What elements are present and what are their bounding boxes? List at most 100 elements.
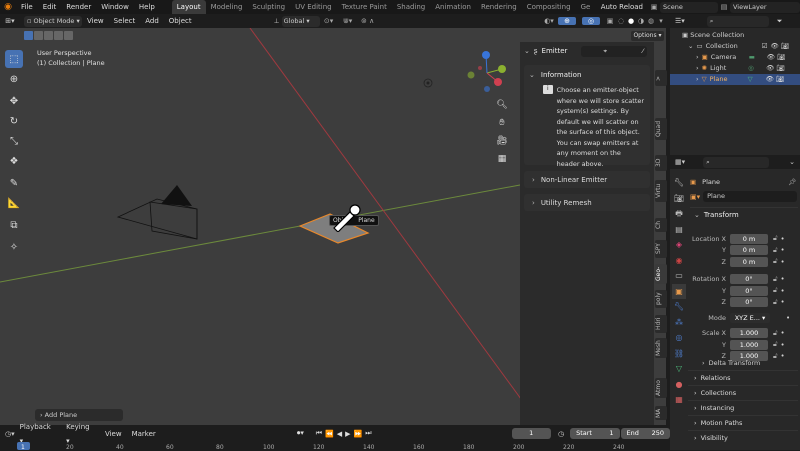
lock-icon[interactable]: 🔓︎ [773, 246, 778, 255]
transform-tool[interactable]: ❖ [5, 152, 23, 170]
eye-icon[interactable]: 👁︎ [766, 63, 774, 74]
shading-wireframe-icon[interactable]: ◌ [616, 17, 626, 25]
keyframe-dot-icon[interactable]: • [781, 258, 785, 266]
lock-icon[interactable]: 🔓︎ [773, 257, 778, 266]
menu-select[interactable]: Select [109, 14, 141, 28]
zoom-icon[interactable]: 🔍︎ [495, 96, 509, 114]
outliner-item-plane[interactable]: › ▽ Plane ▽ 👁︎ 📷︎ [670, 74, 800, 85]
keyframe-dot-icon[interactable]: • [781, 246, 785, 254]
shading-rendered-icon[interactable]: ◍ [646, 17, 656, 25]
measure-tool[interactable]: 📐 [5, 194, 23, 212]
eye-icon[interactable]: 👁︎ [767, 52, 775, 63]
visibility-section[interactable]: › Visibility [688, 430, 798, 445]
material-tab-icon[interactable]: ● [672, 377, 686, 393]
jump-end-icon[interactable]: ⏭ [365, 429, 371, 438]
rotation-x-field[interactable]: 0° [730, 274, 768, 284]
transform-header[interactable]: ⌄ Transform [690, 207, 798, 222]
keyframe-dot-icon[interactable]: • [781, 287, 785, 295]
motion-paths-section[interactable]: › Motion Paths [688, 415, 798, 430]
collection-row[interactable]: ⌄ ▭ Collection ☑ 👁︎ 📷︎ [682, 41, 800, 52]
camera-render-icon[interactable]: 📷︎ [776, 74, 784, 85]
auto-reload-button[interactable]: Auto Reload [596, 0, 648, 14]
tab-rendering[interactable]: Rendering [476, 0, 522, 14]
filter-icon[interactable]: ⏷ [777, 17, 783, 26]
menu-window[interactable]: Window [96, 0, 134, 14]
tab-virtu[interactable]: Virtu [655, 180, 667, 202]
cursor-tool[interactable]: ⊕ [5, 70, 23, 88]
proportional-edit-icon[interactable]: ⊚ ∧ [358, 17, 378, 25]
rotation-z-field[interactable]: 0° [730, 297, 768, 307]
xray-icon[interactable]: ▣ [604, 17, 616, 25]
tab-compositing[interactable]: Compositing [522, 0, 576, 14]
delta-transform-section[interactable]: › Delta Transform [688, 355, 798, 370]
relations-section[interactable]: › Relations [688, 370, 798, 385]
keyframe-dot-icon[interactable]: • [781, 329, 785, 337]
outliner-item-camera[interactable]: › ▣ Camera ▬ 👁︎ 📷︎ [682, 52, 800, 63]
scene-collection-row[interactable]: ▣ Scene Collection [682, 30, 800, 41]
move-tool[interactable]: ✥ [5, 92, 23, 110]
prev-keyframe-icon[interactable]: ⏪ [325, 430, 334, 438]
tab-shading[interactable]: Shading [392, 0, 430, 14]
select-intersect-icon[interactable] [64, 31, 73, 40]
keyframe-dot-icon[interactable]: • [781, 275, 785, 283]
tab-sculpting[interactable]: Sculpting [247, 0, 290, 14]
tab-mesh[interactable]: Mesh [655, 338, 667, 358]
non-linear-emitter-panel[interactable]: › Non-Linear Emitter [524, 171, 650, 188]
outliner-search-input[interactable]: ⌕ [706, 15, 769, 27]
visibility-icon[interactable]: ◐▾ [540, 17, 558, 25]
collapse-icon[interactable]: ⌄ [524, 47, 530, 55]
scale-x-field[interactable]: 1.000 [730, 328, 768, 338]
object-type-icon[interactable]: ▣▾ [690, 193, 700, 201]
lock-icon[interactable]: 🔓︎ [773, 298, 778, 307]
play-icon[interactable]: ▶ [345, 430, 350, 438]
frame-end-field[interactable]: End 250 [620, 428, 671, 439]
options-button[interactable]: Options ▾ [631, 31, 664, 41]
tab-arrow[interactable]: > [655, 70, 667, 86]
object-name-input[interactable]: Plane [703, 191, 798, 202]
jump-start-icon[interactable]: ⏮ [316, 429, 322, 438]
tab-geometry-nodes[interactable]: Ge [576, 0, 596, 14]
collections-section[interactable]: › Collections [688, 385, 798, 400]
camera-render-icon[interactable]: 📷︎ [776, 63, 784, 74]
mode-selector[interactable]: ▫ Object Mode ▾ [24, 15, 82, 27]
menu-object[interactable]: Object [164, 14, 197, 28]
keyframe-dot-icon[interactable]: • [781, 298, 785, 306]
rotation-y-field[interactable]: 0° [730, 285, 768, 296]
scene-selector[interactable]: Scene [660, 1, 718, 13]
annotate-tool[interactable]: ✎ [5, 174, 23, 192]
eye-icon[interactable]: 👁︎ [770, 41, 778, 52]
menu-help[interactable]: Help [134, 0, 160, 14]
tab-geo[interactable]: Geo- [655, 264, 667, 284]
location-y-field[interactable]: 0 m [730, 245, 768, 255]
select-box-tool[interactable]: ⬚ [5, 50, 23, 68]
timeline-editor-icon[interactable]: ◷▾ [5, 430, 15, 438]
tab-ma[interactable]: MA [655, 406, 667, 420]
clock-icon[interactable]: ◷ [558, 430, 564, 438]
editor-type-icon[interactable]: ⊞▾ [0, 17, 20, 25]
outliner-item-light[interactable]: › ✺ Light ◎ 👁︎ 📷︎ [682, 63, 800, 74]
next-keyframe-icon[interactable]: ⏩ [354, 430, 363, 438]
outliner-editor-icon[interactable]: ☰▾ [675, 17, 685, 25]
snap-icon[interactable]: ⋓▾ [338, 17, 358, 25]
location-x-field[interactable]: 0 m [730, 233, 768, 244]
select-invert-icon[interactable] [54, 31, 63, 40]
blender-logo-icon[interactable]: ◉ [0, 2, 16, 12]
add-cube-tool[interactable]: ⧉ [5, 216, 23, 234]
keyframe-dot-icon[interactable]: • [786, 314, 790, 322]
lock-icon[interactable]: 🔓︎ [773, 329, 778, 338]
menu-file[interactable]: File [16, 0, 38, 14]
keyframe-dot-icon[interactable]: • [781, 341, 785, 349]
tab-texture-paint[interactable]: Texture Paint [337, 0, 392, 14]
emitter-picker[interactable]: ⌖ ⁄ [581, 45, 648, 57]
camera-render-icon[interactable]: 📷︎ [777, 52, 785, 63]
information-header[interactable]: ⌄ Information [529, 68, 645, 81]
tab-hdri[interactable]: Hdri [655, 315, 667, 333]
transform-orientation-selector[interactable]: Global ▾ [281, 15, 320, 27]
scatter-tool[interactable]: ✧ [5, 238, 23, 256]
grid-view-icon[interactable]: ▦ [495, 150, 509, 168]
tab-animation[interactable]: Animation [430, 0, 476, 14]
pivot-icon[interactable]: ⊙▾ [320, 17, 338, 25]
location-z-field[interactable]: 0 m [730, 256, 768, 267]
lock-icon[interactable]: 🔓︎ [773, 275, 778, 284]
shading-solid-icon[interactable]: ● [626, 17, 636, 25]
